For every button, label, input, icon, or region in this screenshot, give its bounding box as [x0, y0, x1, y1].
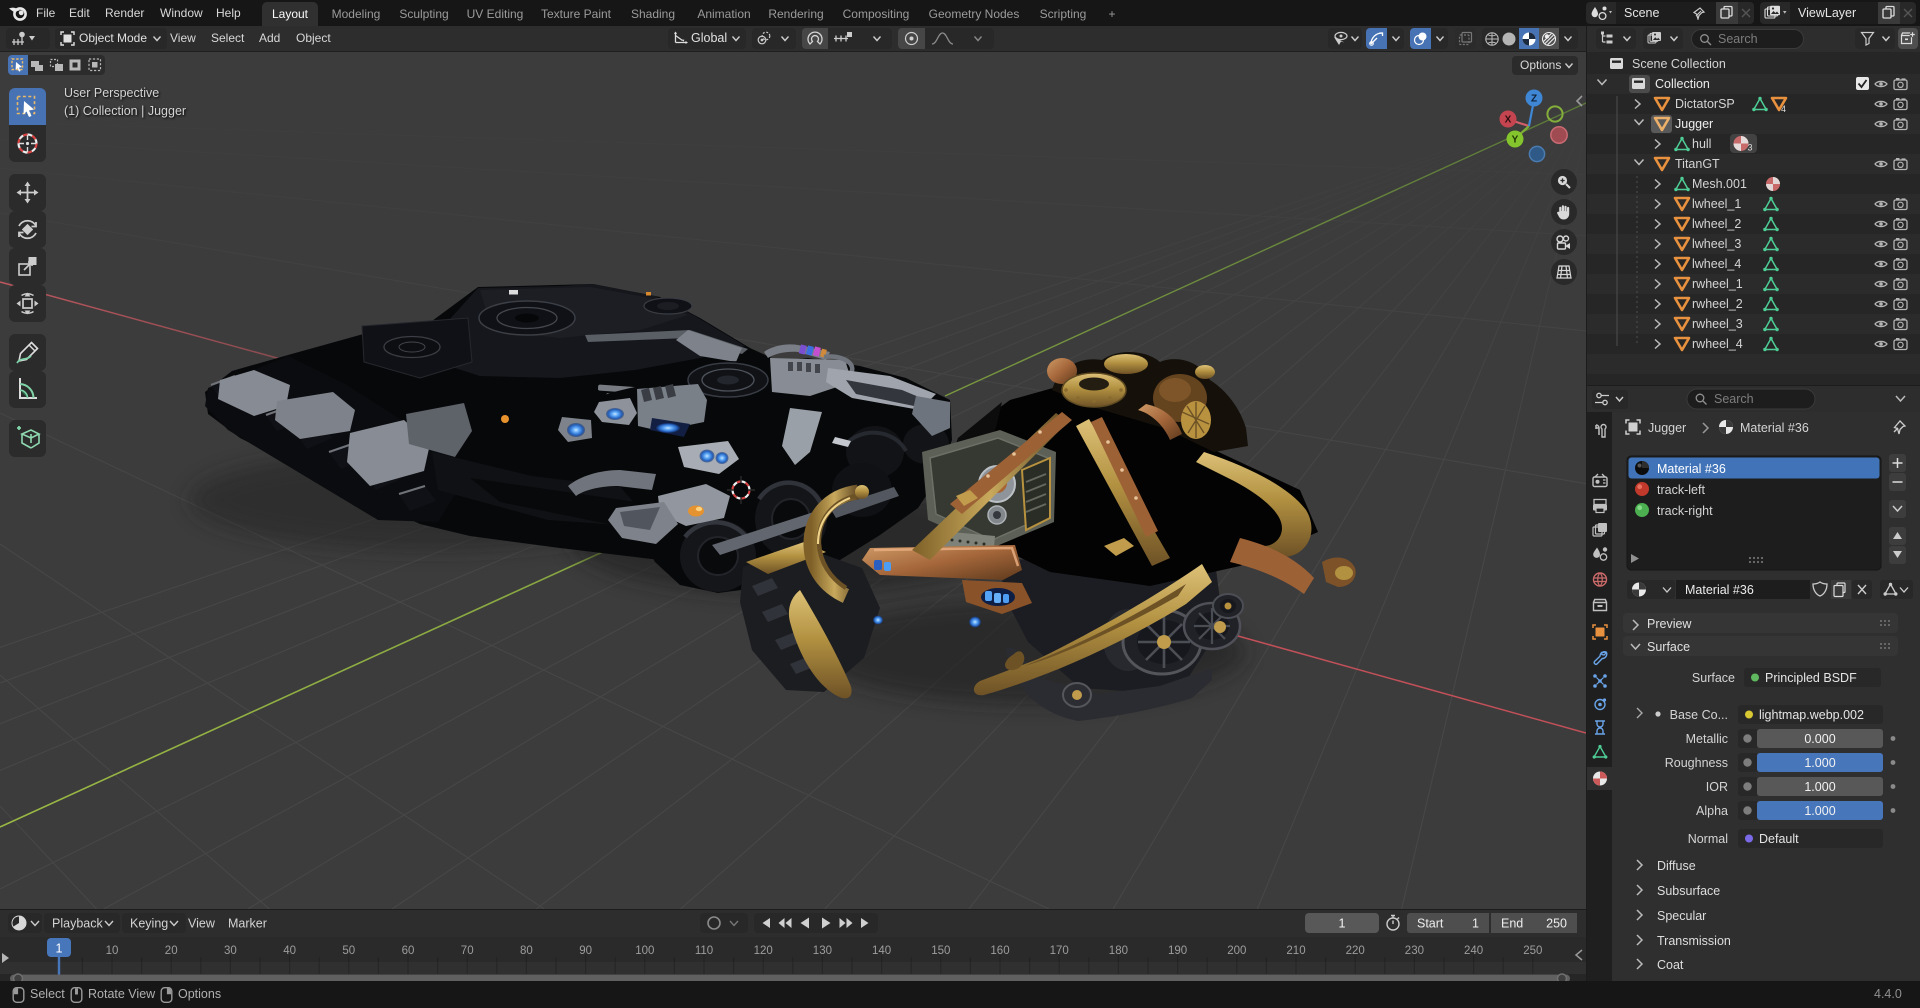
svg-text:Mesh.001: Mesh.001: [1692, 177, 1747, 191]
svg-text:250: 250: [1546, 917, 1567, 931]
svg-text:3: 3: [1748, 143, 1753, 153]
svg-text:Coat: Coat: [1657, 958, 1684, 972]
svg-text:Playback: Playback: [52, 917, 103, 931]
svg-text:hull: hull: [1692, 137, 1711, 151]
svg-text:Search: Search: [1714, 392, 1754, 406]
svg-text:Preview: Preview: [1647, 617, 1692, 631]
svg-text:1.000: 1.000: [1804, 780, 1835, 794]
svg-text:0.000: 0.000: [1804, 732, 1835, 746]
svg-text:X: X: [1505, 115, 1512, 126]
svg-text:1: 1: [1472, 917, 1479, 931]
svg-text:Keying: Keying: [130, 917, 168, 931]
svg-text:rwheel_2: rwheel_2: [1692, 297, 1743, 311]
svg-text:Subsurface: Subsurface: [1657, 884, 1720, 898]
svg-text:1: 1: [1339, 917, 1346, 931]
svg-text:View: View: [188, 917, 216, 931]
svg-text:1.000: 1.000: [1804, 756, 1835, 770]
svg-text:rwheel_1: rwheel_1: [1692, 277, 1743, 291]
svg-text:Principled BSDF: Principled BSDF: [1765, 671, 1857, 685]
svg-text:Base Co...: Base Co...: [1670, 708, 1728, 722]
svg-text:lwheel_3: lwheel_3: [1692, 237, 1741, 251]
svg-text:Alpha: Alpha: [1696, 804, 1728, 818]
svg-text:Material #36: Material #36: [1740, 421, 1809, 435]
svg-text:Surface: Surface: [1647, 640, 1690, 654]
svg-text:Collection: Collection: [1655, 77, 1710, 91]
svg-text:Transmission: Transmission: [1657, 934, 1731, 948]
svg-text:1: 1: [56, 942, 63, 956]
svg-text:lwheel_4: lwheel_4: [1692, 257, 1741, 271]
svg-text:IOR: IOR: [1706, 780, 1728, 794]
svg-text:Start: Start: [1417, 917, 1444, 931]
svg-text:Roughness: Roughness: [1665, 756, 1728, 770]
svg-text:Diffuse: Diffuse: [1657, 859, 1696, 873]
svg-text:Surface: Surface: [1692, 671, 1735, 685]
svg-text:Default: Default: [1759, 832, 1799, 846]
svg-text:Specular: Specular: [1657, 909, 1706, 923]
svg-text:track-left: track-left: [1657, 483, 1705, 497]
svg-text:End: End: [1501, 917, 1523, 931]
svg-text:TitanGT: TitanGT: [1675, 157, 1720, 171]
svg-text:lwheel_1: lwheel_1: [1692, 197, 1741, 211]
svg-text:4: 4: [1781, 104, 1786, 114]
svg-text:Y: Y: [1512, 135, 1519, 146]
svg-text:Material #36: Material #36: [1657, 462, 1726, 476]
svg-text:Metallic: Metallic: [1686, 732, 1728, 746]
svg-text:Material #36: Material #36: [1685, 583, 1754, 597]
svg-text:rwheel_4: rwheel_4: [1692, 337, 1743, 351]
svg-text:Jugger: Jugger: [1648, 421, 1686, 435]
svg-text:rwheel_3: rwheel_3: [1692, 317, 1743, 331]
svg-text:1.000: 1.000: [1804, 804, 1835, 818]
svg-text:lwheel_2: lwheel_2: [1692, 217, 1741, 231]
svg-text:lightmap.webp.002: lightmap.webp.002: [1759, 708, 1864, 722]
svg-text:track-right: track-right: [1657, 504, 1713, 518]
svg-text:DictatorSP: DictatorSP: [1675, 97, 1735, 111]
svg-text:Z: Z: [1531, 94, 1537, 105]
svg-text:Normal: Normal: [1688, 832, 1728, 846]
svg-text:Jugger: Jugger: [1675, 117, 1713, 131]
svg-text:Marker: Marker: [228, 917, 267, 931]
svg-text:Scene Collection: Scene Collection: [1632, 57, 1726, 71]
